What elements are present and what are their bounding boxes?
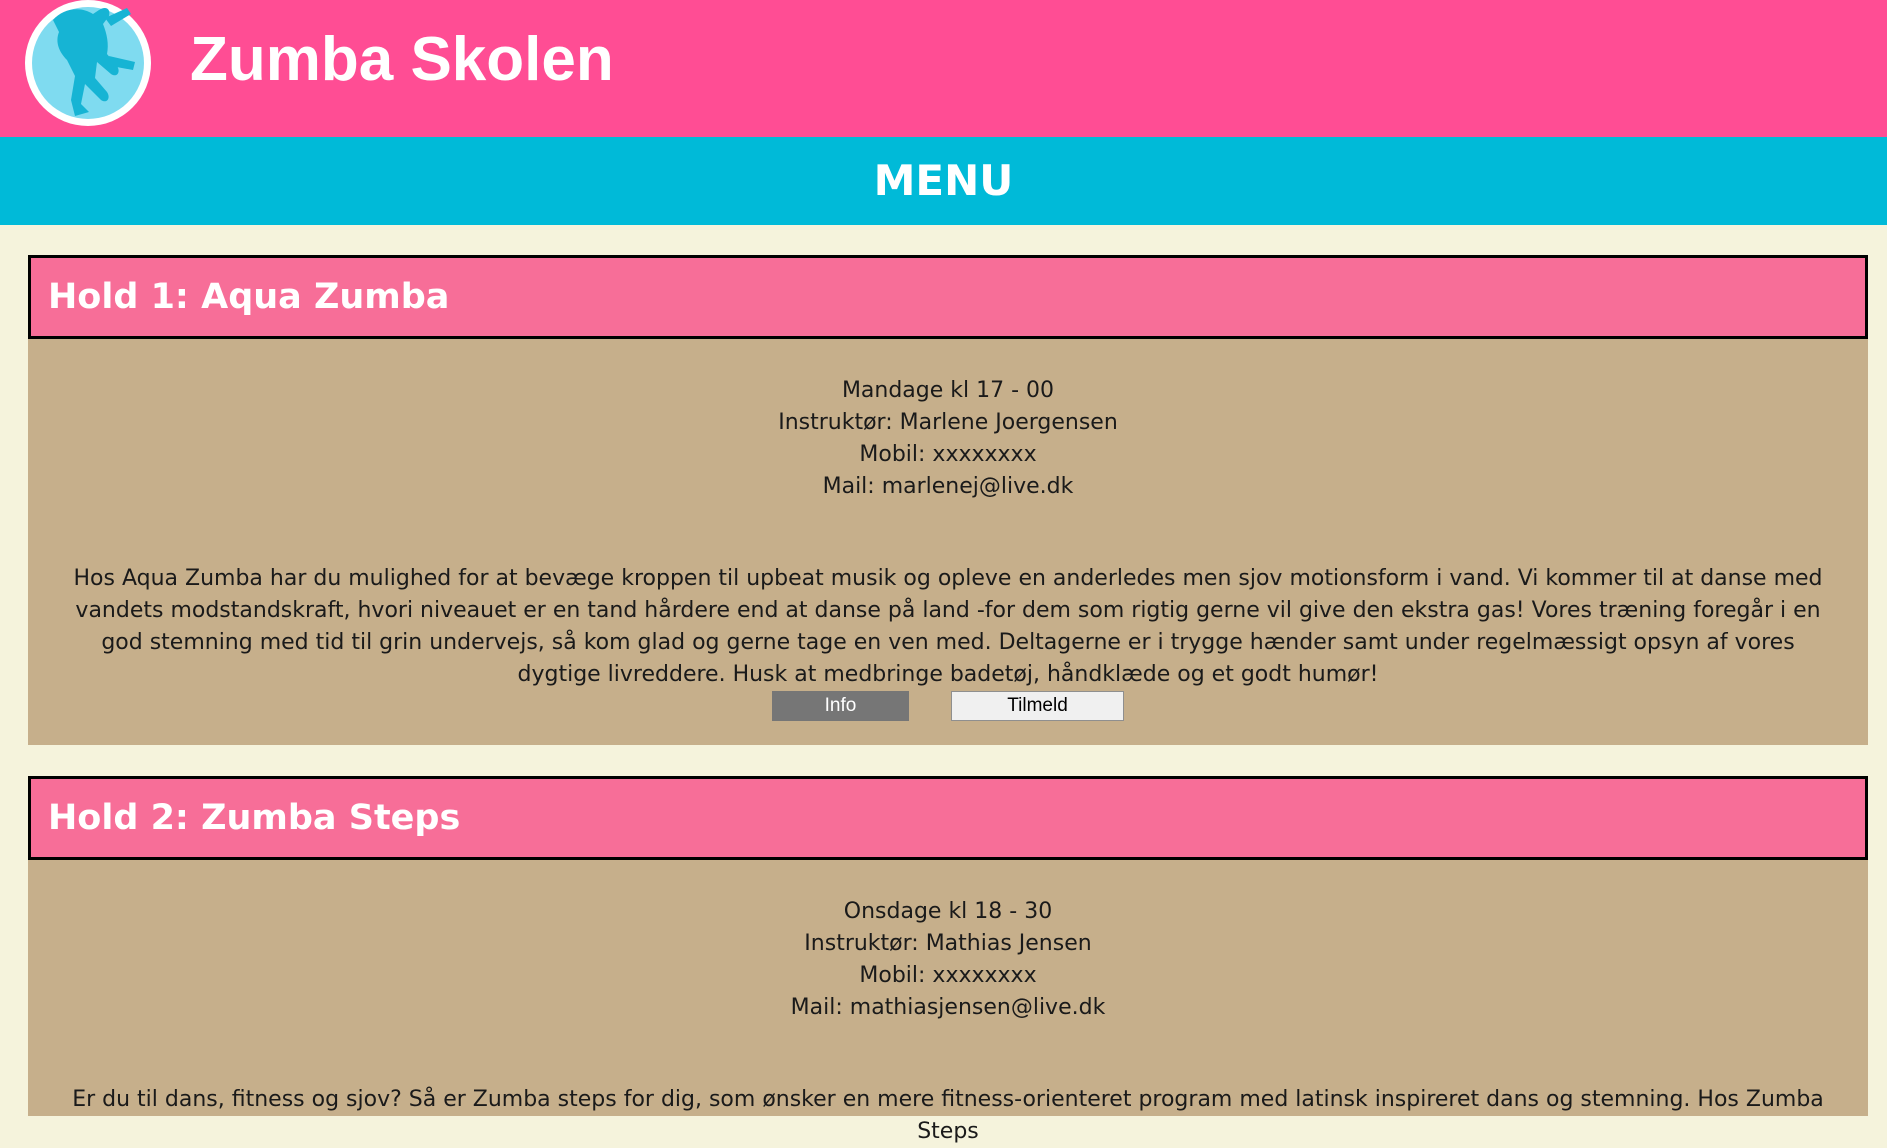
site-title: Zumba Skolen [190, 25, 614, 94]
hold-title: Hold 2: Zumba Steps [48, 798, 461, 838]
hold-title-bar: Hold 2: Zumba Steps [28, 776, 1868, 860]
dancer-logo-icon[interactable] [23, 0, 153, 126]
hold-instructor: Instruktør: Marlene Joergensen [778, 410, 1118, 435]
hold-info: Mandage kl 17 - 00 Instruktør: Marlene J… [28, 375, 1868, 503]
hold-description: Hos Aqua Zumba har du mulighed for at be… [73, 566, 1823, 687]
hold-card-aqua-zumba: Hold 1: Aqua Zumba Mandage kl 17 - 00 In… [28, 255, 1868, 745]
hold-button-row: Info Tilmeld [28, 691, 1868, 723]
hold-schedule: Onsdage kl 18 - 30 [843, 899, 1053, 924]
signup-button[interactable]: Tilmeld [951, 691, 1124, 721]
hold-info: Onsdage kl 18 - 30 Instruktør: Mathias J… [28, 896, 1868, 1024]
info-button[interactable]: Info [772, 691, 909, 721]
hold-mail: Mail: mathiasjensen@live.dk [790, 995, 1106, 1020]
hold-mobile: Mobil: xxxxxxxx [859, 442, 1037, 467]
hold-mobile: Mobil: xxxxxxxx [859, 963, 1037, 988]
menu-button[interactable]: MENU [874, 137, 1014, 225]
hold-instructor: Instruktør: Mathias Jensen [804, 931, 1092, 956]
hold-schedule: Mandage kl 17 - 00 [841, 378, 1055, 403]
hold-description: Er du til dans, fitness og sjov? Så er Z… [72, 1087, 1824, 1144]
hold-mail: Mail: marlenej@live.dk [822, 474, 1074, 499]
site-header: Zumba Skolen [0, 0, 1887, 137]
hold-card-zumba-steps: Hold 2: Zumba Steps Onsdage kl 18 - 30 I… [28, 776, 1868, 1144]
hold-title-bar: Hold 1: Aqua Zumba [28, 255, 1868, 339]
menu-bar: MENU [0, 137, 1887, 225]
hold-title: Hold 1: Aqua Zumba [48, 277, 450, 317]
